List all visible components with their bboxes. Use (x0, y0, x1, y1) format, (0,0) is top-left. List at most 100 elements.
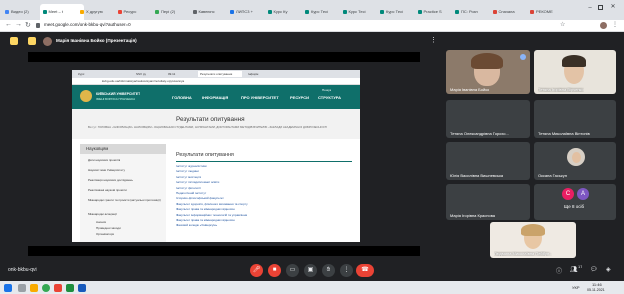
participant-tile[interactable]: Марія Іванівна Бойко (446, 50, 530, 94)
forward-arrow-icon[interactable]: → (15, 21, 22, 28)
start-icon[interactable] (4, 284, 12, 292)
shared-browser-tabs: Курс SSV ру 09.11 Результати опитування … (72, 70, 360, 78)
others-tile[interactable]: С А Ще 8 осіб (534, 184, 616, 220)
people-icon[interactable]: 👥︎ (570, 266, 578, 273)
breadcrumb: Ви тут: ГОЛОВНА › ІНФОРМАЦІЯ › НАУКОВЦЯМ… (88, 126, 328, 129)
university-logo-icon (80, 90, 92, 102)
participant-tile[interactable]: Людмила Миколаївна Пейбул... (490, 222, 576, 258)
tab-label: Курс Тесі (386, 9, 403, 14)
others-count: Ще 8 осіб (564, 204, 585, 209)
nav-item-home: ГОЛОВНА (172, 95, 192, 100)
nav-item-structure: СТРУКТУРА (318, 95, 342, 100)
shared-tab: Інформ (248, 72, 259, 76)
window-minimize-button[interactable]: – (586, 4, 594, 12)
participant-tile[interactable]: Тетяна Олександрівна Горохо... (446, 100, 530, 138)
window-maximize-button[interactable] (598, 5, 603, 10)
mic-off-icon[interactable]: 🎤︎ (250, 264, 263, 277)
tab-label: РЕКОМЕ (536, 9, 553, 14)
participant-name: Марія Ігорівна Краснова (450, 213, 495, 218)
camera-off-icon[interactable]: ■ (268, 264, 281, 277)
taskbar-files-icon[interactable] (30, 284, 38, 292)
star-icon[interactable]: ☆ (560, 21, 565, 28)
participant-tile[interactable]: Тетяна Миколаївна Вінтонів (534, 100, 616, 138)
reload-icon[interactable]: ↻ (25, 21, 31, 29)
info-icon[interactable]: ⓘ (556, 266, 562, 275)
address-bar-row: ← → ↻ meet.google.com/onk-bkbu-qvi?authu… (0, 20, 624, 32)
sidebar-subitem[interactable]: Анонси (96, 220, 106, 224)
taskbar-search-icon[interactable] (18, 284, 26, 292)
sidebar-item[interactable]: Міжнародні гранти та проєкти (актуальні … (88, 198, 162, 202)
taskbar-chrome-icon[interactable] (42, 284, 50, 292)
tab-label: Х другую (86, 9, 103, 14)
participant-video (572, 152, 581, 163)
sidebar-item[interactable]: Дати наукових проєктів (88, 158, 120, 162)
tab-favicon-icon (192, 10, 197, 14)
meet-info-icon[interactable] (28, 37, 36, 45)
sidebar-item[interactable]: Реалізація наукових досліджень (88, 178, 133, 182)
participant-name: Тетяна Олександрівна Горохо... (450, 131, 509, 136)
shared-url: kubg.edu.ua/informatsiya/naukovtsyam/rez… (102, 79, 185, 83)
presentation-frame-bottom (28, 246, 420, 256)
browser-tab[interactable]: РЕКОМЕ (527, 4, 572, 20)
tab-favicon-icon (5, 10, 9, 14)
tab-favicon-icon (380, 10, 384, 14)
activities-icon[interactable]: ◈ (606, 266, 611, 273)
presentation-more-icon[interactable]: ⋮ (430, 36, 437, 44)
tab-label: Видео (2) (11, 9, 29, 14)
shared-tab: 09.11 (168, 72, 176, 76)
participant-tile[interactable]: Тетяна Ігорівна Вірченко (534, 50, 616, 94)
profile-avatar[interactable] (600, 22, 607, 29)
sidebar-item[interactable]: Міжнародні асоціації (88, 212, 117, 216)
end-call-icon[interactable]: ☎︎ (356, 264, 374, 277)
tab-favicon-icon (530, 10, 534, 14)
window-close-button[interactable]: ✕ (609, 3, 617, 11)
sidebar-subitem[interactable]: Організатори (96, 232, 114, 236)
tab-favicon-icon (230, 10, 234, 14)
tab-label: Кавеюнс (198, 9, 215, 14)
tab-label: ПС: Розп (461, 9, 478, 14)
present-icon[interactable]: ▣ (304, 264, 317, 277)
participant-tile[interactable]: Юлія Василівна Вишневська (446, 142, 530, 180)
more-options-icon[interactable]: ⋮ (340, 264, 353, 277)
sidebar-subitem[interactable]: Проведені заходи (96, 226, 121, 230)
nav-item-info: ІНФОРМАЦІЯ (202, 95, 229, 100)
tab-label: Курс Тесі (311, 9, 328, 14)
lock-icon (36, 23, 40, 28)
speaking-indicator-icon (520, 54, 526, 60)
browser-menu-icon[interactable]: ⋮ (612, 21, 618, 28)
tab-favicon-icon (417, 10, 422, 14)
university-sub: ІМЕНІ БОРИСА ГРІНЧЕНКА (96, 97, 136, 101)
sidebar-header: Науковцям (80, 144, 166, 154)
shared-tab: SSV ру (136, 72, 146, 76)
tab-label: Пері (2) (161, 9, 176, 14)
raise-hand-icon[interactable]: ✋︎ (322, 264, 335, 277)
taskbar-app-icon[interactable] (54, 284, 62, 292)
people-count: 17 (578, 264, 583, 269)
sidebar-item[interactable]: Реалізовані наукові проєкти (88, 188, 127, 192)
tab-favicon-icon (305, 10, 309, 14)
back-arrow-icon[interactable]: ← (5, 21, 12, 28)
site-header: КИЇВСЬКИЙ УНІВЕРСИТЕТ ІМЕНІ БОРИСА ГРІНЧ… (72, 85, 360, 109)
taskbar-lang[interactable]: УКР (572, 285, 580, 290)
site-search: Пошук (322, 88, 332, 92)
participant-hair (562, 55, 586, 67)
content-link[interactable]: Фаховий коледж «Універсум» (176, 223, 352, 228)
tab-favicon-icon (155, 10, 159, 14)
meet-layout-icon[interactable] (10, 37, 18, 45)
os-taskbar (0, 281, 624, 294)
tab-favicon-icon (455, 10, 459, 14)
participant-name: Людмила Миколаївна Пейбул... (494, 251, 553, 256)
captions-icon[interactable]: ▭ (286, 264, 299, 277)
tab-label: Сначала (498, 9, 515, 14)
meeting-code: onk-bkbu-qvi (8, 267, 37, 273)
content-links: Інститут журналістики Інститут людини Ін… (176, 164, 352, 229)
taskbar-app-icon[interactable] (66, 284, 74, 292)
participant-tile[interactable]: Марія Ігорівна Краснова (446, 184, 530, 220)
taskbar-app-icon[interactable] (78, 284, 86, 292)
chat-icon[interactable]: 💬︎ (590, 266, 598, 273)
participant-tile[interactable]: Оксана Гаськун (534, 142, 616, 180)
sidebar-item[interactable]: Наукові теми Університету (88, 168, 125, 172)
participant-name: Юлія Василівна Вишневська (450, 173, 504, 178)
presenter-label: Марія Іванівна Бойко (Презентація) (56, 38, 137, 43)
url-text[interactable]: meet.google.com/onk-bkbu-qvi?authuser=0 (44, 22, 344, 27)
